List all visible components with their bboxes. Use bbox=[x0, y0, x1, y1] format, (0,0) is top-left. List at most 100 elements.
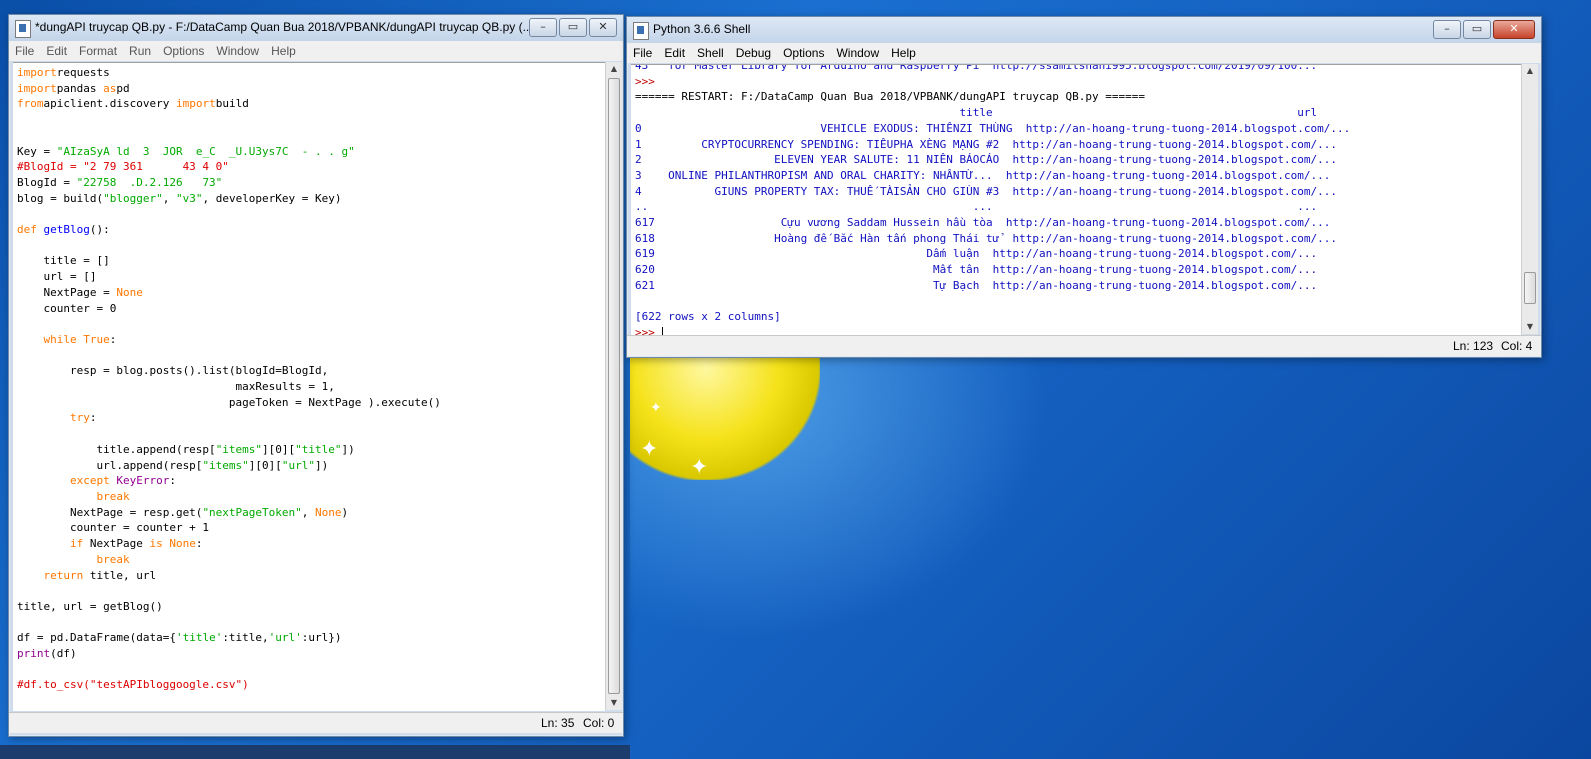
code-token: 'title' bbox=[175, 631, 223, 645]
code-line[interactable]: while True: bbox=[17, 332, 605, 348]
code-line[interactable] bbox=[17, 128, 605, 144]
code-line[interactable]: try: bbox=[17, 410, 605, 426]
code-line[interactable] bbox=[17, 615, 605, 631]
shell-titlebar[interactable]: Python 3.6.6 Shell – ▭ ✕ bbox=[627, 17, 1541, 43]
code-line[interactable]: return title, url bbox=[17, 568, 605, 584]
code-line[interactable]: NextPage = resp.get("nextPageToken", Non… bbox=[17, 505, 605, 521]
code-token: import bbox=[17, 66, 57, 79]
close-icon[interactable]: ✕ bbox=[1493, 20, 1535, 39]
code-line[interactable]: importrequests bbox=[17, 65, 605, 81]
menu-shell[interactable]: Shell bbox=[691, 46, 730, 60]
shell-text[interactable]: 43 for Master Library for Arduino and Ra… bbox=[631, 65, 1521, 335]
maximize-icon[interactable]: ▭ bbox=[1463, 20, 1491, 39]
code-line[interactable]: title, url = getBlog() bbox=[17, 599, 605, 615]
code-text[interactable]: importrequests importpandas aspd fromapicl… bbox=[13, 63, 605, 693]
code-line[interactable]: NextPage = None bbox=[17, 285, 605, 301]
scroll-down-icon[interactable]: ▼ bbox=[1522, 320, 1538, 334]
code-token: counter = counter + 1 bbox=[17, 521, 210, 535]
menu-file[interactable]: File bbox=[9, 44, 40, 58]
code-line[interactable] bbox=[17, 206, 605, 222]
shell-output-line: >>> bbox=[635, 325, 1521, 335]
close-icon[interactable]: ✕ bbox=[589, 18, 617, 37]
menu-options[interactable]: Options bbox=[777, 46, 830, 60]
code-line[interactable]: url.append(resp["items"][0]["url"]) bbox=[17, 458, 605, 474]
code-line[interactable]: except KeyError: bbox=[17, 473, 605, 489]
minimize-icon[interactable]: – bbox=[1433, 20, 1461, 39]
menu-window[interactable]: Window bbox=[210, 44, 265, 58]
code-line[interactable]: fromapiclient.discovery importbuild bbox=[17, 96, 605, 112]
editor-title: *dungAPI truycap QB.py - F:/DataCamp Qua… bbox=[35, 20, 533, 34]
code-line[interactable]: resp = blog.posts().list(blogId=BlogId, bbox=[17, 363, 605, 379]
shell-output-line: 3 ONLINE PHILANTHROPISM AND ORAL CHARITY… bbox=[635, 168, 1331, 182]
menu-options[interactable]: Options bbox=[157, 44, 210, 58]
menu-debug[interactable]: Debug bbox=[730, 46, 777, 60]
code-token: build bbox=[215, 97, 249, 111]
code-token: apiclient.discovery bbox=[43, 97, 176, 111]
code-line[interactable] bbox=[17, 662, 605, 678]
shell-title: Python 3.6.6 Shell bbox=[653, 22, 751, 36]
editor-scrollbar[interactable]: ▲ ▼ bbox=[605, 62, 622, 710]
menu-edit[interactable]: Edit bbox=[658, 46, 691, 60]
code-line[interactable]: #df.to_csv("testAPIbloggoogle.csv") bbox=[17, 677, 605, 693]
code-line[interactable] bbox=[17, 583, 605, 599]
code-token: is bbox=[149, 537, 163, 551]
code-line[interactable]: break bbox=[17, 552, 605, 568]
code-line[interactable]: blog = build("blogger", "v3", developerK… bbox=[17, 191, 605, 207]
code-line[interactable]: def getBlog(): bbox=[17, 222, 605, 238]
code-line[interactable]: if NextPage is None: bbox=[17, 536, 605, 552]
code-token: : bbox=[169, 474, 176, 488]
menu-edit[interactable]: Edit bbox=[40, 44, 73, 58]
code-token: break bbox=[96, 552, 130, 566]
menu-help[interactable]: Help bbox=[265, 44, 302, 58]
code-token: def bbox=[17, 223, 37, 237]
code-line[interactable]: Key = "AIzaSyA ld 3 JOR e_C _U.U3ys7C - … bbox=[17, 144, 605, 160]
code-token: break bbox=[96, 489, 130, 503]
shell-scroll-thumb[interactable] bbox=[1524, 272, 1536, 304]
code-token: BlogId = bbox=[17, 175, 77, 189]
code-line[interactable]: pageToken = NextPage ).execute() bbox=[17, 395, 605, 411]
code-line[interactable]: counter = 0 bbox=[17, 301, 605, 317]
code-line[interactable] bbox=[17, 112, 605, 128]
code-line[interactable]: df = pd.DataFrame(data={'title':title,'u… bbox=[17, 630, 605, 646]
code-line[interactable] bbox=[17, 426, 605, 442]
scroll-up-icon[interactable]: ▲ bbox=[1522, 64, 1538, 78]
shell-output-line: 618 Hoàng đế Bắc Hàn tấn phong Thái tử h… bbox=[635, 231, 1337, 245]
code-token: while bbox=[43, 332, 77, 346]
code-line[interactable] bbox=[17, 316, 605, 332]
code-token: NextPage = resp.get( bbox=[17, 505, 203, 519]
shell-status-line: Ln: 123 bbox=[1453, 339, 1494, 353]
code-line[interactable]: title = [] bbox=[17, 253, 605, 269]
code-line[interactable]: url = [] bbox=[17, 269, 605, 285]
editor-statusbar: Ln: 35 Col: 0 bbox=[9, 712, 623, 733]
code-line[interactable]: BlogId = "22758 .D.2.126 73" bbox=[17, 175, 605, 191]
code-line[interactable]: maxResults = 1, bbox=[17, 379, 605, 395]
shell-scrollbar[interactable]: ▲ ▼ bbox=[1521, 64, 1538, 334]
editor-titlebar[interactable]: *dungAPI truycap QB.py - F:/DataCamp Qua… bbox=[9, 15, 623, 41]
code-editor[interactable]: importrequests importpandas aspd fromapicl… bbox=[13, 62, 605, 711]
code-line[interactable]: #BlogId = "2 79 361 43 4 0" bbox=[17, 159, 605, 175]
menu-window[interactable]: Window bbox=[830, 46, 885, 60]
shell-output-line: title url bbox=[635, 106, 1318, 120]
code-token: except bbox=[69, 474, 110, 488]
menu-format[interactable]: Format bbox=[73, 44, 123, 58]
code-token: KeyError bbox=[116, 474, 170, 488]
editor-scroll-thumb[interactable] bbox=[608, 78, 620, 694]
code-line[interactable]: importpandas aspd bbox=[17, 81, 605, 97]
menu-file[interactable]: File bbox=[627, 46, 658, 60]
menu-help[interactable]: Help bbox=[885, 46, 922, 60]
code-line[interactable]: title.append(resp["items"][0]["title"]) bbox=[17, 442, 605, 458]
minimize-icon[interactable]: – bbox=[529, 18, 557, 37]
scroll-up-icon[interactable]: ▲ bbox=[606, 62, 622, 76]
scroll-down-icon[interactable]: ▼ bbox=[606, 696, 622, 710]
code-line[interactable] bbox=[17, 348, 605, 364]
code-token: url.append(resp[ bbox=[17, 458, 203, 472]
shell-output[interactable]: 43 for Master Library for Arduino and Ra… bbox=[631, 64, 1521, 335]
menu-run[interactable]: Run bbox=[123, 44, 157, 58]
code-line[interactable]: counter = counter + 1 bbox=[17, 520, 605, 536]
code-line[interactable] bbox=[17, 238, 605, 254]
code-line[interactable]: print(df) bbox=[17, 646, 605, 662]
code-line[interactable]: break bbox=[17, 489, 605, 505]
maximize-icon[interactable]: ▭ bbox=[559, 18, 587, 37]
